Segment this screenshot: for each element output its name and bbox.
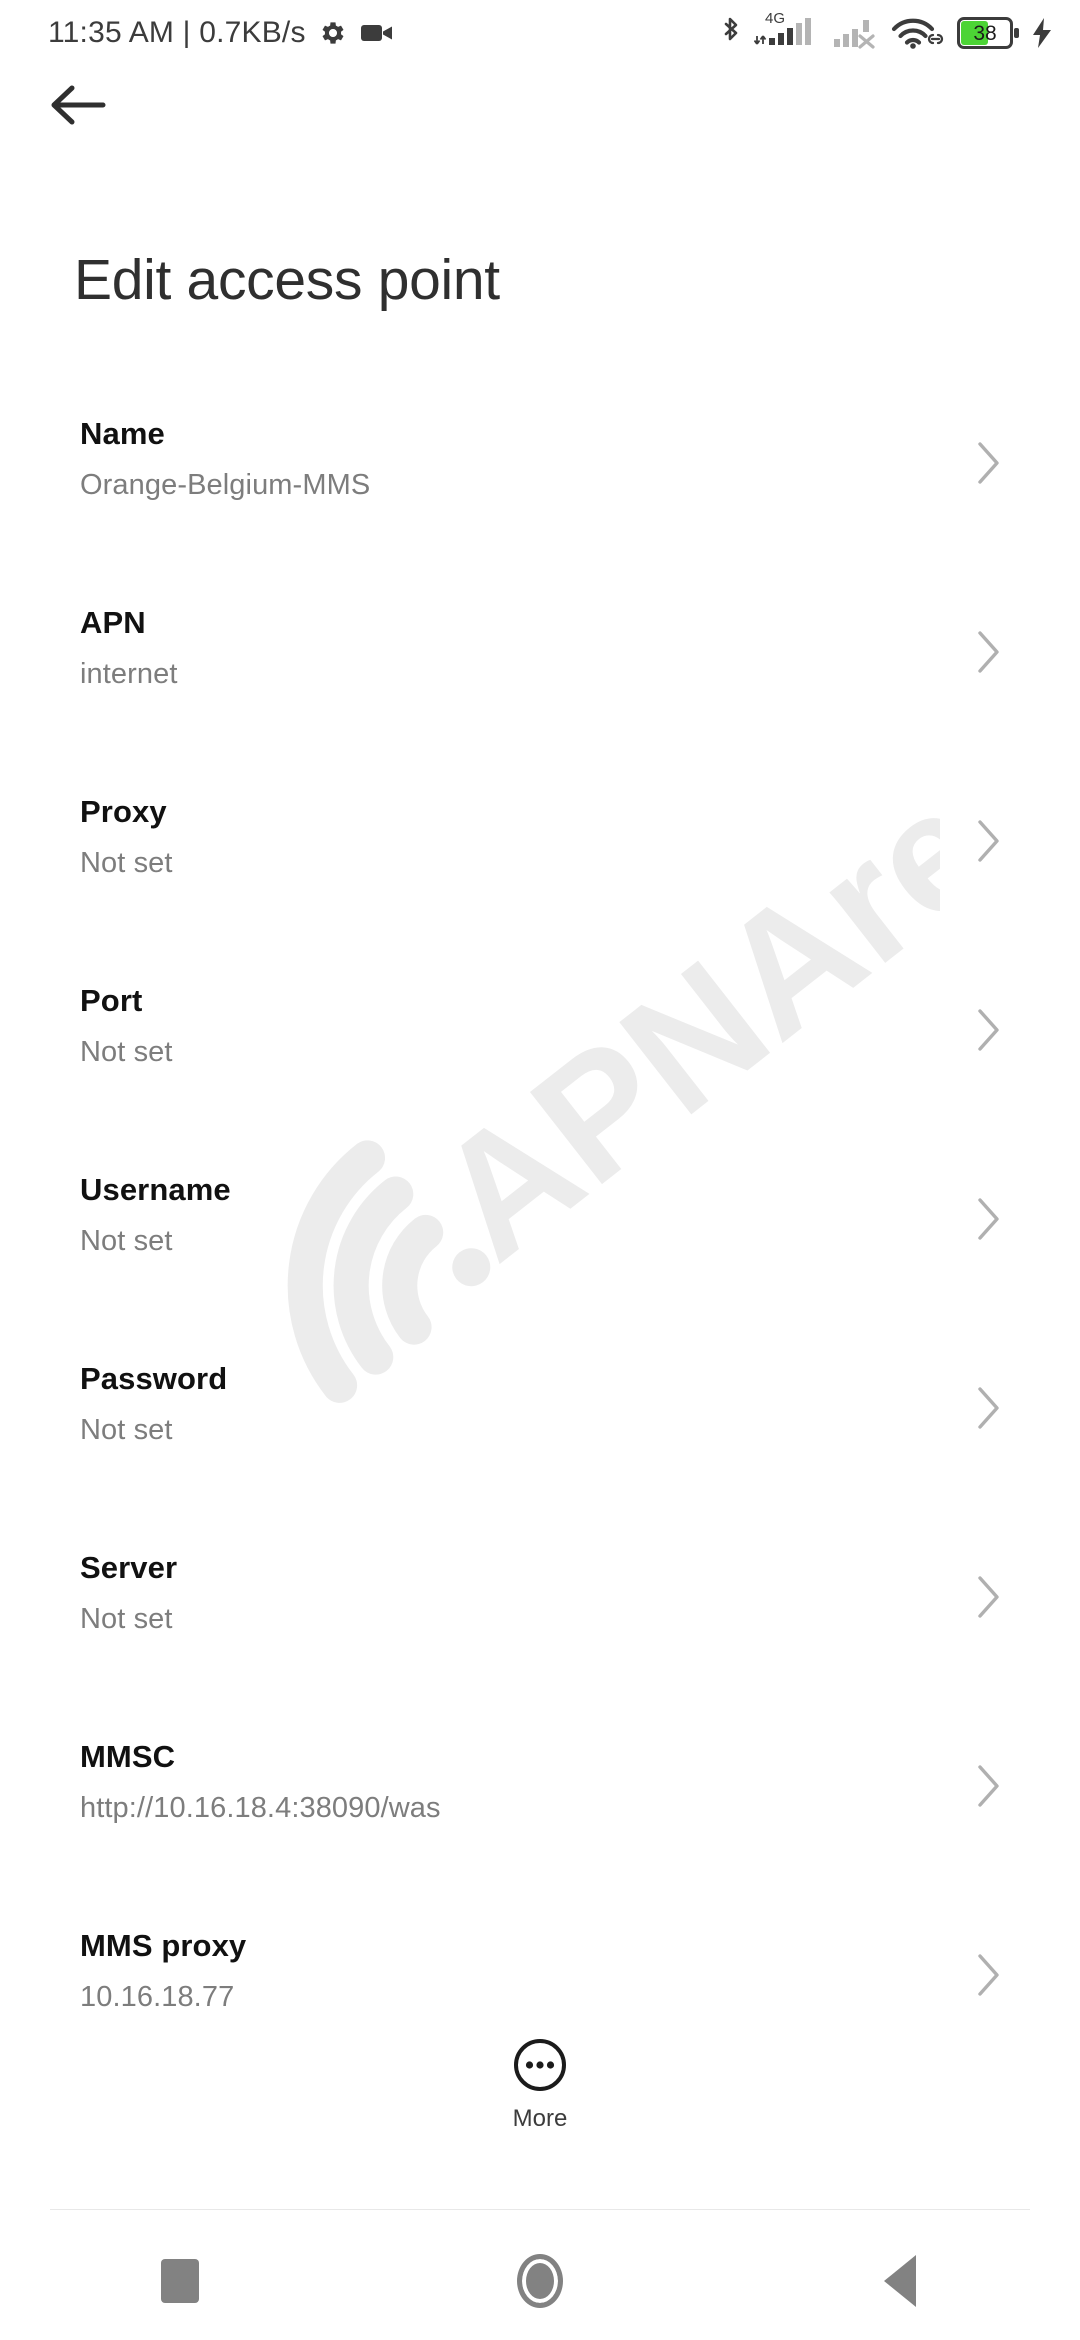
status-bar-right: 4G 38 <box>719 11 1054 52</box>
more-button-label: More <box>512 2105 568 2132</box>
status-clock: 11:35 AM | 0.7KB/s <box>48 16 306 49</box>
list-item-title: Name <box>80 416 165 451</box>
list-item-title: MMS proxy <box>80 1928 247 1963</box>
bluetooth-icon <box>724 17 738 41</box>
list-item-value: internet <box>80 658 178 690</box>
chevron-right-icon <box>978 820 999 862</box>
chevron-right-icon <box>978 1576 999 1618</box>
charging-bolt-icon <box>1033 18 1051 48</box>
list-item-title: MMSC <box>80 1739 176 1774</box>
home-circle-icon <box>517 2254 563 2308</box>
navigation-bar <box>0 2222 1080 2340</box>
phone-screen: 11:35 AM | 0.7KB/s 4G 38 APNArena Edit a… <box>0 0 1080 2340</box>
list-item-password[interactable]: Password Not set <box>0 1357 1080 1546</box>
battery-icon: 38 <box>957 17 1019 49</box>
chevron-right-icon <box>978 1765 999 1807</box>
home-button[interactable] <box>470 2231 610 2331</box>
list-item-value: Not set <box>80 1036 173 1068</box>
chevron-right-icon <box>978 1198 999 1240</box>
list-item-value: Not set <box>80 847 173 879</box>
list-item-title: APN <box>80 605 146 640</box>
list-item-value: http://10.16.18.4:38090/was <box>80 1792 441 1824</box>
bottom-divider <box>50 2209 1030 2210</box>
recents-button[interactable] <box>110 2231 250 2331</box>
chevron-right-icon <box>978 1387 999 1429</box>
back-triangle-icon <box>884 2255 916 2307</box>
list-item-port[interactable]: Port Not set <box>0 979 1080 1168</box>
list-item-value: Not set <box>80 1414 173 1446</box>
page-title: Edit access point <box>74 248 500 312</box>
back-arrow-icon <box>51 85 106 125</box>
list-item-value: 10.16.18.77 <box>80 1981 235 2013</box>
chevron-right-icon <box>978 442 999 484</box>
cellular-signal-no-service-icon <box>834 20 875 49</box>
list-item-title: Server <box>80 1550 178 1585</box>
list-item-proxy[interactable]: Proxy Not set <box>0 790 1080 979</box>
list-item-mmsc[interactable]: MMSC http://10.16.18.4:38090/was <box>0 1735 1080 1924</box>
chevron-right-icon <box>978 1954 999 1996</box>
list-item-value: Orange-Belgium-MMS <box>80 469 371 501</box>
video-camera-icon <box>360 25 392 41</box>
back-button[interactable] <box>48 74 110 136</box>
list-item-username[interactable]: Username Not set <box>0 1168 1080 1357</box>
list-item-title: Proxy <box>80 794 167 829</box>
status-bar: 11:35 AM | 0.7KB/s 4G 38 <box>0 0 1080 66</box>
list-item-value: Not set <box>80 1225 173 1257</box>
status-bar-left: 11:35 AM | 0.7KB/s <box>48 16 394 50</box>
cellular-signal-icon: 4G <box>754 11 822 52</box>
more-dots-circle-icon <box>514 2039 566 2091</box>
list-item-name[interactable]: Name Orange-Belgium-MMS <box>0 412 1080 601</box>
vpn-link-icon <box>927 33 944 45</box>
chevron-right-icon <box>978 631 999 673</box>
more-button[interactable]: More <box>0 2037 1080 2131</box>
nav-back-button[interactable] <box>830 2231 970 2331</box>
list-item-title: Password <box>80 1361 228 1396</box>
battery-level-label: 38 <box>973 21 997 45</box>
list-item-apn[interactable]: APN internet <box>0 601 1080 790</box>
settings-list: Name Orange-Belgium-MMS APN internet Pro… <box>0 412 1080 2113</box>
list-item-server[interactable]: Server Not set <box>0 1546 1080 1735</box>
list-item-value: Not set <box>80 1603 173 1635</box>
gear-icon <box>322 22 344 44</box>
recents-square-icon <box>161 2259 199 2303</box>
list-item-title: Username <box>80 1172 231 1207</box>
list-item-title: Port <box>80 983 143 1018</box>
chevron-right-icon <box>978 1009 999 1051</box>
